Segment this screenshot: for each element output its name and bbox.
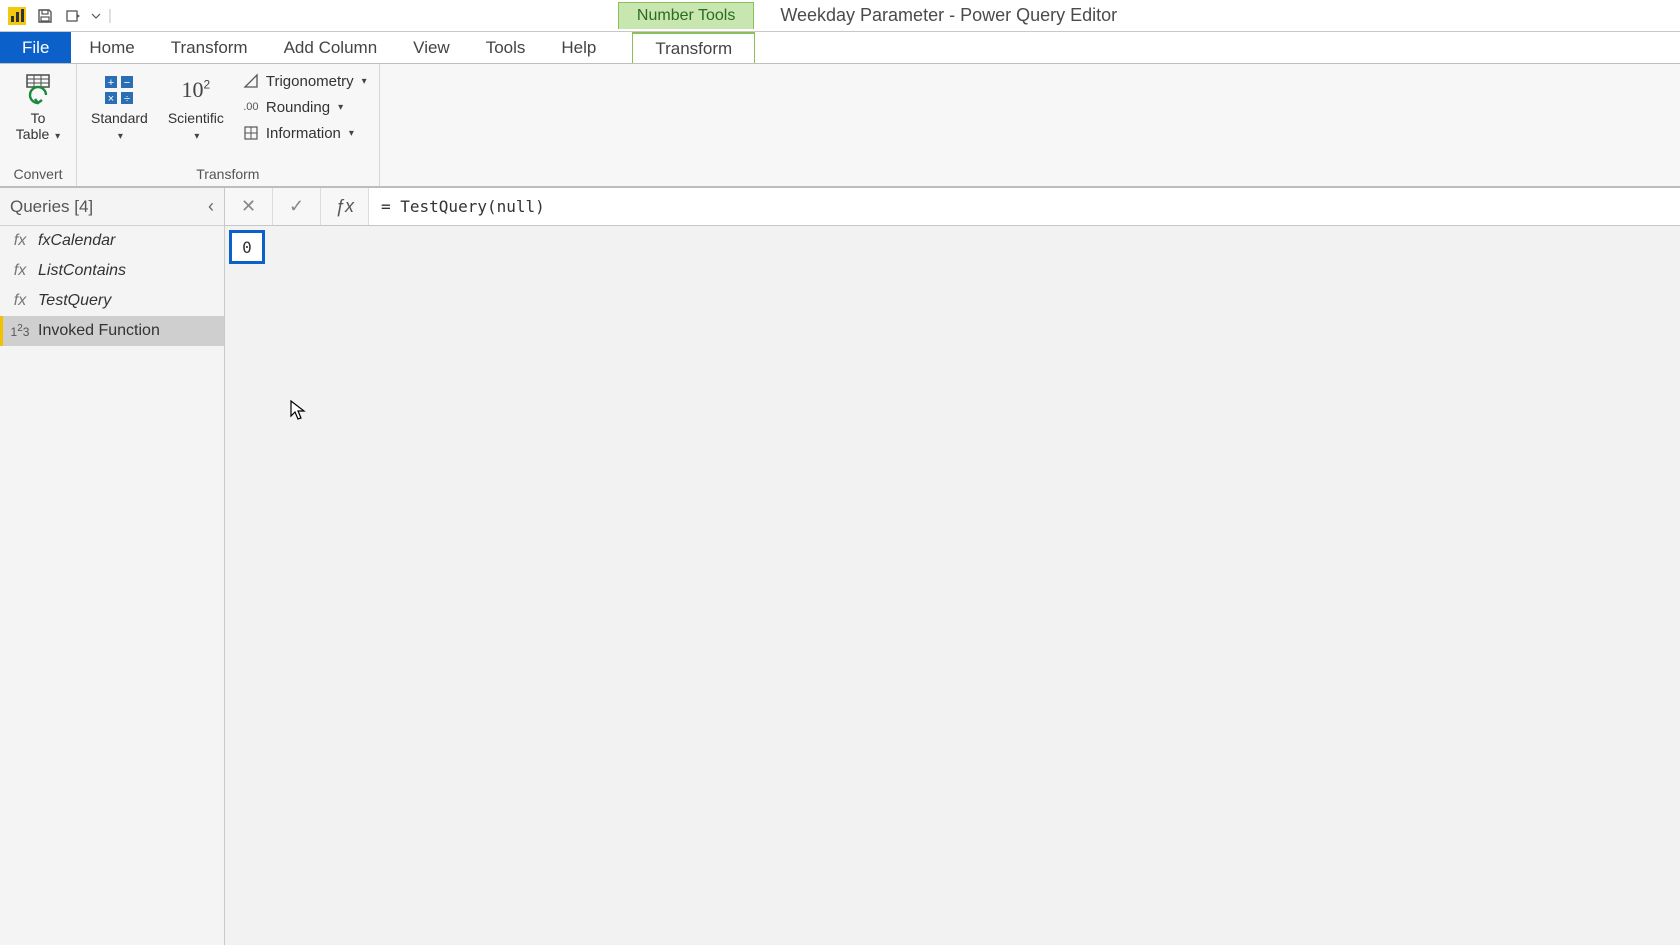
function-icon: fx [10, 262, 30, 280]
formula-cancel-button[interactable]: ✕ [225, 188, 273, 225]
scientific-label: Scientific▾ [168, 110, 224, 143]
scientific-button[interactable]: 102 Scientific▾ [162, 68, 230, 147]
information-button[interactable]: Information ▾ [238, 122, 371, 144]
to-table-icon [20, 72, 56, 108]
collapse-pane-icon[interactable]: ‹ [208, 196, 214, 217]
context-tool-header: Number Tools [618, 2, 754, 29]
menu-tabs: File Home Transform Add Column View Tool… [0, 32, 1680, 64]
standard-label: Standard▾ [91, 110, 148, 143]
svg-text:×: × [108, 93, 114, 105]
function-icon: fx [10, 292, 30, 310]
window-title: Weekday Parameter - Power Query Editor [754, 5, 1117, 26]
trigonometry-icon [242, 72, 260, 90]
ribbon: To Table ▾ Convert + − × ÷ [0, 64, 1680, 188]
ribbon-group-convert: To Table ▾ Convert [0, 64, 77, 186]
query-item-listcontains[interactable]: fx ListContains [0, 256, 224, 286]
standard-button[interactable]: + − × ÷ Standard▾ [85, 68, 154, 147]
group-transform-label: Transform [85, 164, 371, 184]
formula-input[interactable] [369, 188, 1680, 225]
trigonometry-label: Trigonometry [266, 73, 354, 90]
check-icon: ✓ [289, 196, 304, 217]
fx-icon: ƒx [335, 196, 354, 217]
quick-access-toolbar: | [0, 5, 118, 27]
formula-commit-button[interactable]: ✓ [273, 188, 321, 225]
svg-text:÷: ÷ [124, 93, 130, 105]
rounding-button[interactable]: .00 Rounding ▾ [238, 96, 371, 118]
trigonometry-button[interactable]: Trigonometry ▾ [238, 70, 371, 92]
svg-text:+: + [108, 77, 114, 89]
ribbon-group-transform: + − × ÷ Standard▾ 102 Scientific▾ [77, 64, 380, 186]
tab-view[interactable]: View [395, 32, 468, 63]
query-item-fxcalendar[interactable]: fx fxCalendar [0, 226, 224, 256]
close-icon: ✕ [241, 196, 256, 217]
rounding-label: Rounding [266, 99, 330, 116]
app-icon [6, 5, 28, 27]
rounding-icon: .00 [242, 98, 260, 116]
file-tab[interactable]: File [0, 32, 71, 63]
scientific-icon: 102 [178, 72, 214, 108]
tab-help[interactable]: Help [543, 32, 614, 63]
query-label: ListContains [38, 262, 126, 280]
tab-home[interactable]: Home [71, 32, 152, 63]
to-table-button[interactable]: To Table ▾ [8, 68, 68, 147]
tab-context-transform[interactable]: Transform [632, 32, 755, 63]
query-label: fxCalendar [38, 232, 115, 250]
workspace: Queries [4] ‹ fx fxCalendar fx ListConta… [0, 188, 1680, 945]
save-icon[interactable] [34, 5, 56, 27]
queries-pane: Queries [4] ‹ fx fxCalendar fx ListConta… [0, 188, 225, 945]
standard-icon: + − × ÷ [101, 72, 137, 108]
formula-fx-button[interactable]: ƒx [321, 188, 369, 225]
to-table-label: To Table ▾ [16, 110, 60, 143]
queries-header: Queries [4] ‹ [0, 188, 224, 226]
query-label: TestQuery [38, 292, 111, 310]
result-area: 0 [225, 230, 1680, 264]
query-list: fx fxCalendar fx ListContains fx TestQue… [0, 226, 224, 346]
content-area: ✕ ✓ ƒx 0 [225, 188, 1680, 945]
number-type-icon: 123 [10, 323, 30, 339]
query-item-invoked-function[interactable]: 123 Invoked Function [0, 316, 224, 346]
tab-transform[interactable]: Transform [153, 32, 266, 63]
formula-bar: ✕ ✓ ƒx [225, 188, 1680, 226]
query-item-testquery[interactable]: fx TestQuery [0, 286, 224, 316]
undo-icon[interactable] [62, 5, 84, 27]
result-cell[interactable]: 0 [229, 230, 265, 264]
information-icon [242, 124, 260, 142]
qat-dropdown-icon[interactable] [90, 5, 102, 27]
group-convert-label: Convert [8, 164, 68, 184]
function-icon: fx [10, 232, 30, 250]
tab-add-column[interactable]: Add Column [266, 32, 396, 63]
queries-title: Queries [4] [10, 197, 93, 217]
information-label: Information [266, 125, 341, 142]
query-label: Invoked Function [38, 322, 160, 340]
svg-text:−: − [124, 77, 130, 89]
tab-tools[interactable]: Tools [468, 32, 544, 63]
title-bar: | Number Tools Weekday Parameter - Power… [0, 0, 1680, 32]
